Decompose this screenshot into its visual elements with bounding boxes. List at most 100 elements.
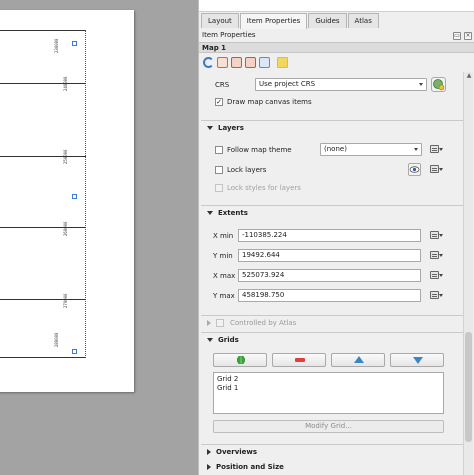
expand-icon bbox=[207, 320, 211, 326]
crs-select[interactable]: Use project CRS bbox=[255, 78, 427, 91]
data-defined-override-button[interactable] bbox=[429, 229, 443, 241]
lock-styles-checkbox[interactable] bbox=[215, 184, 223, 192]
remove-grid-button[interactable] bbox=[272, 353, 326, 367]
chevron-down-icon bbox=[439, 234, 443, 237]
lock-styles-row[interactable]: Lock styles for layers bbox=[215, 181, 301, 195]
crs-picker-button[interactable] bbox=[431, 77, 446, 92]
layout-canvas[interactable]: 230000 240000 250000 260000 270000 28000… bbox=[0, 0, 198, 475]
collapse-icon bbox=[207, 126, 213, 130]
ymin-label: Y min bbox=[213, 252, 233, 260]
chevron-down-icon bbox=[439, 148, 443, 151]
item-toolbar bbox=[199, 54, 474, 71]
selection-handle[interactable] bbox=[72, 194, 77, 199]
crs-row: CRS bbox=[215, 78, 229, 92]
controlled-by-atlas-group: Controlled by Atlas bbox=[201, 315, 463, 331]
move-grid-down-button[interactable] bbox=[390, 353, 444, 367]
xmax-field[interactable]: 525073.924 bbox=[238, 269, 421, 282]
chevron-down-icon bbox=[439, 168, 443, 171]
properties-scroll-area[interactable]: CRS Use project CRS ✓ Draw map canvas it… bbox=[201, 72, 467, 475]
zoom-to-item-icon[interactable] bbox=[259, 57, 270, 68]
list-item[interactable]: Grid 1 bbox=[217, 384, 440, 393]
crs-value: Use project CRS bbox=[259, 80, 316, 88]
follow-theme-label: Follow map theme bbox=[227, 146, 292, 154]
grids-title: Grids bbox=[218, 336, 239, 344]
overviews-group: Overviews bbox=[201, 444, 463, 460]
arrow-up-icon bbox=[354, 356, 364, 363]
map-extent-icon[interactable] bbox=[217, 57, 228, 68]
move-grid-up-button[interactable] bbox=[331, 353, 385, 367]
set-extent-icon[interactable] bbox=[231, 57, 242, 68]
layout-page[interactable]: 230000 240000 250000 260000 270000 28000… bbox=[0, 10, 134, 392]
position-size-group: Position and Size bbox=[201, 460, 463, 475]
ymax-label: Y max bbox=[213, 292, 235, 300]
controlled-by-atlas-header[interactable]: Controlled by Atlas bbox=[201, 316, 463, 330]
draw-canvas-items-row[interactable]: ✓ Draw map canvas items bbox=[215, 95, 312, 109]
layers-group-header[interactable]: Layers bbox=[201, 121, 463, 135]
xmin-label-row: X min bbox=[213, 229, 233, 243]
close-dock-button[interactable]: × bbox=[464, 32, 472, 40]
view-extent-icon[interactable] bbox=[245, 57, 256, 68]
plus-icon bbox=[237, 356, 245, 364]
data-defined-override-button[interactable] bbox=[429, 289, 443, 301]
data-defined-override-button[interactable] bbox=[429, 249, 443, 261]
lock-layers-checkbox[interactable] bbox=[215, 166, 223, 174]
grid-line bbox=[0, 299, 86, 300]
draw-canvas-items-checkbox[interactable]: ✓ bbox=[215, 98, 223, 106]
globe-icon bbox=[433, 79, 445, 91]
selection-handle[interactable] bbox=[72, 41, 77, 46]
panel-top-bar bbox=[199, 0, 474, 12]
grid-coordinate-label: 250000 bbox=[63, 149, 68, 164]
controlled-by-atlas-checkbox[interactable] bbox=[216, 319, 224, 327]
scrollbar-thumb[interactable] bbox=[465, 332, 472, 442]
data-defined-icon bbox=[430, 231, 439, 239]
data-defined-override-button[interactable] bbox=[429, 143, 443, 155]
selection-handle[interactable] bbox=[72, 349, 77, 354]
grid-coordinate-label: 230000 bbox=[54, 38, 59, 53]
grid-list[interactable]: Grid 2 Grid 1 bbox=[213, 372, 444, 414]
chevron-down-icon bbox=[439, 274, 443, 277]
extents-title: Extents bbox=[218, 209, 248, 217]
chevron-down-icon bbox=[439, 254, 443, 257]
overviews-group-header[interactable]: Overviews bbox=[201, 445, 463, 459]
data-defined-override-button[interactable] bbox=[429, 163, 443, 175]
follow-theme-checkbox[interactable] bbox=[215, 146, 223, 154]
ymax-field[interactable]: 458198.750 bbox=[238, 289, 421, 302]
ymin-field[interactable]: 19492.644 bbox=[238, 249, 421, 262]
chevron-down-icon bbox=[439, 294, 443, 297]
grids-group-header[interactable]: Grids bbox=[201, 333, 463, 347]
tab-guides[interactable]: Guides bbox=[308, 13, 347, 28]
follow-theme-row[interactable]: Follow map theme bbox=[215, 143, 292, 157]
ymin-label-row: Y min bbox=[213, 249, 233, 263]
data-defined-icon bbox=[430, 165, 439, 173]
map-item-frame[interactable]: 230000 240000 250000 260000 270000 28000… bbox=[0, 30, 86, 358]
data-defined-icon bbox=[430, 251, 439, 259]
overviews-title: Overviews bbox=[216, 448, 258, 456]
float-dock-button[interactable]: ▭ bbox=[453, 32, 461, 40]
controlled-by-atlas-label: Controlled by Atlas bbox=[230, 319, 297, 327]
list-item[interactable]: Grid 2 bbox=[217, 375, 440, 384]
vertical-scrollbar[interactable]: ▲ bbox=[463, 72, 473, 475]
grid-coordinate-label: 270000 bbox=[63, 293, 68, 308]
scroll-up-icon[interactable]: ▲ bbox=[465, 72, 473, 80]
position-size-group-header[interactable]: Position and Size bbox=[201, 460, 463, 474]
layers-title: Layers bbox=[218, 124, 244, 132]
tab-layout[interactable]: Layout bbox=[201, 13, 239, 28]
tab-atlas[interactable]: Atlas bbox=[347, 13, 379, 28]
labels-icon[interactable] bbox=[277, 57, 288, 68]
tab-item-properties[interactable]: Item Properties bbox=[239, 13, 308, 29]
extents-group-header[interactable]: Extents bbox=[201, 206, 463, 220]
lock-layers-eye-button[interactable] bbox=[408, 163, 421, 176]
expand-icon bbox=[207, 449, 211, 455]
refresh-icon[interactable] bbox=[203, 57, 214, 68]
eye-icon bbox=[409, 166, 420, 173]
add-grid-button[interactable] bbox=[213, 353, 267, 367]
modify-grid-button[interactable]: Modify Grid... bbox=[213, 420, 444, 433]
properties-panel: Layout Item Properties Guides Atlas Item… bbox=[198, 0, 474, 475]
xmin-field[interactable]: -110385.224 bbox=[238, 229, 421, 242]
map-theme-select[interactable]: (none) bbox=[320, 143, 422, 156]
grid-line bbox=[0, 227, 86, 228]
data-defined-override-button[interactable] bbox=[429, 269, 443, 281]
expand-icon bbox=[207, 464, 211, 470]
lock-layers-row[interactable]: Lock layers bbox=[215, 163, 266, 177]
draw-canvas-items-label: Draw map canvas items bbox=[227, 98, 312, 106]
